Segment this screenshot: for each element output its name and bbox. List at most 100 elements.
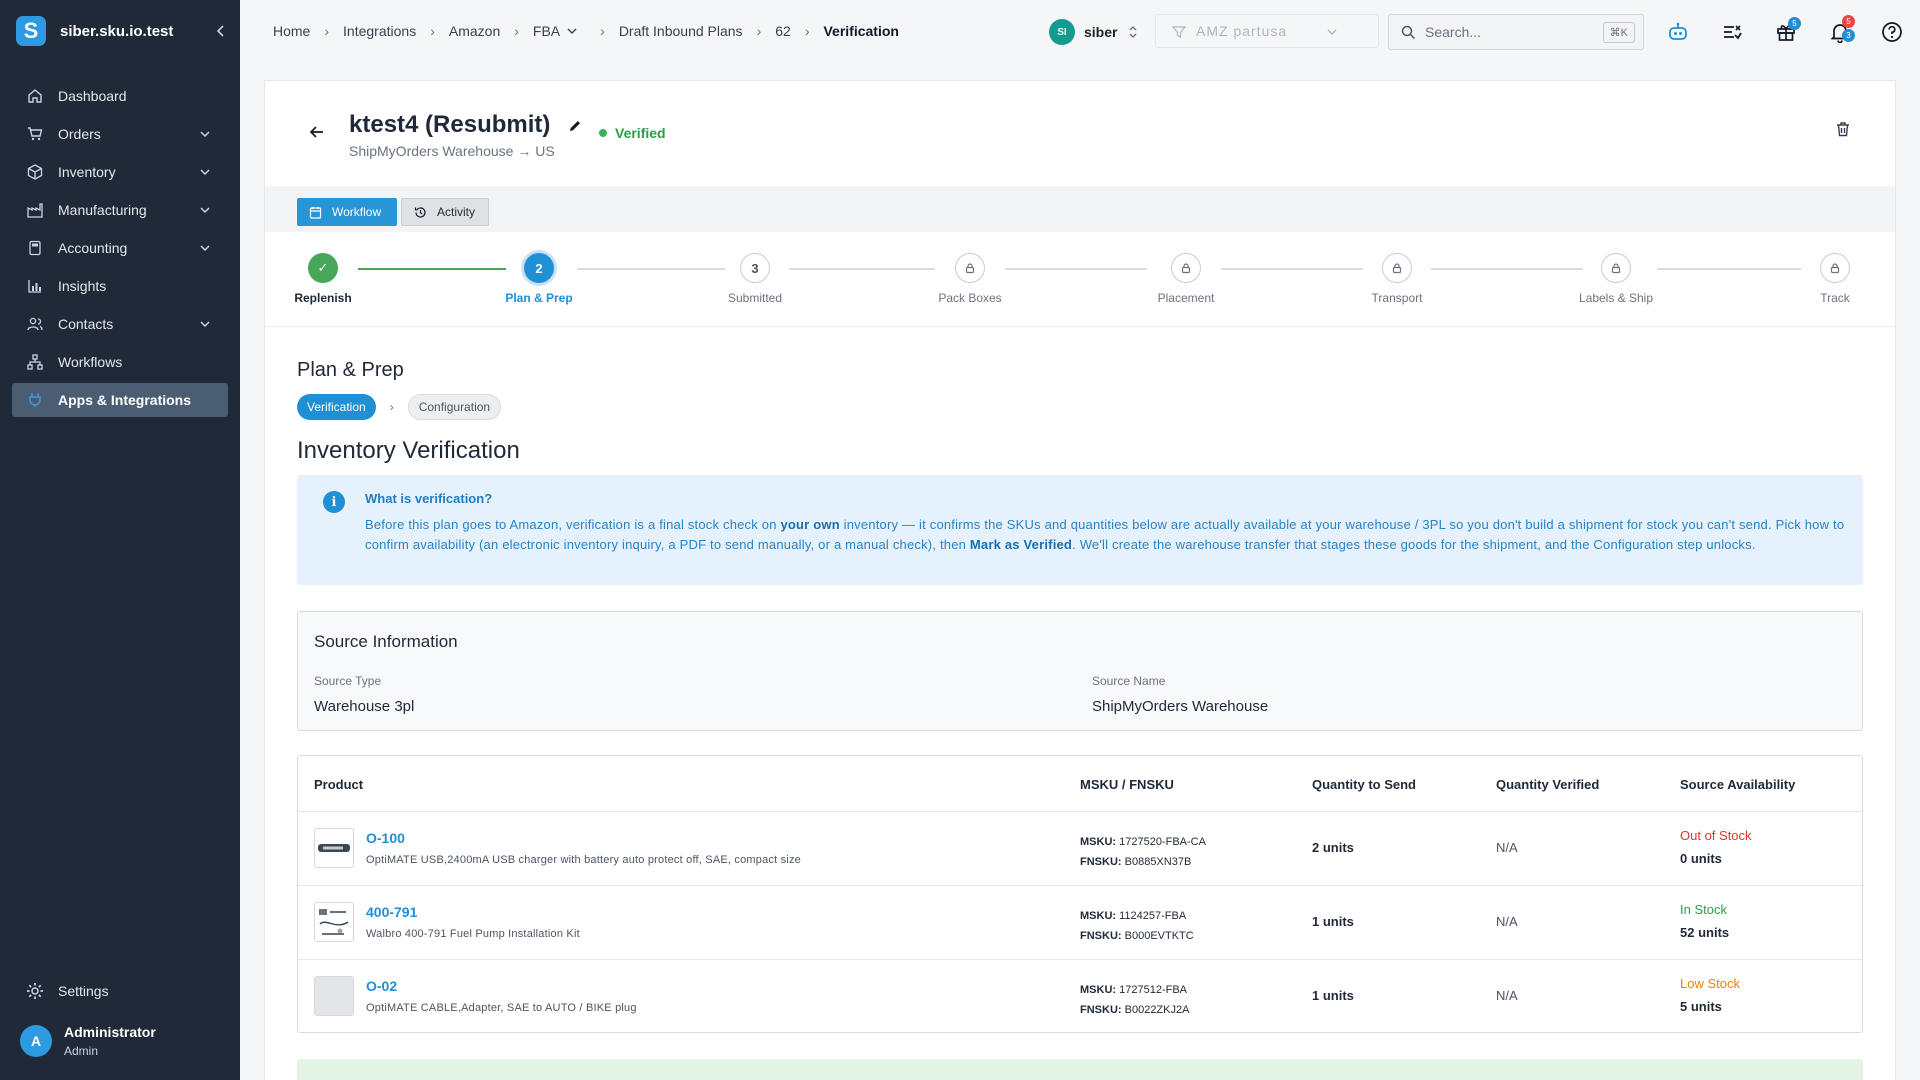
lock-icon	[955, 253, 985, 283]
column-header-qty-send: Quantity to Send	[1312, 776, 1416, 792]
fnsku-value: B0885XN37B	[1124, 856, 1192, 868]
product-thumbnail	[314, 902, 354, 942]
chevron-left-icon[interactable]	[214, 24, 228, 38]
workspace-switcher[interactable]: SI siber	[1049, 19, 1139, 45]
msku-fnsku-cell: MSKU: 1124257-FBA FNSKU: B000EVTKTC	[1080, 906, 1194, 946]
info-emphasis: your own	[780, 517, 840, 532]
msku-label: MSKU:	[1080, 984, 1117, 996]
chevron-down-icon[interactable]	[566, 25, 578, 37]
step-pack-boxes: Pack Boxes	[910, 253, 1030, 305]
msku-value: 1727520-FBA-CA	[1119, 836, 1206, 848]
plug-icon	[26, 391, 44, 409]
lock-icon	[1820, 253, 1850, 283]
product-sku-link[interactable]: 400-791	[366, 904, 417, 920]
chevron-down-icon[interactable]	[198, 241, 212, 255]
info-title: What is verification?	[365, 491, 493, 506]
chevron-down-icon[interactable]	[198, 317, 212, 331]
quantity-verified: N/A	[1496, 988, 1518, 1003]
fnsku-label: FNSKU:	[1080, 856, 1122, 868]
user-name: Administrator	[64, 1024, 156, 1040]
workspace-badge: SI	[1049, 19, 1075, 45]
breadcrumb-amazon[interactable]: Amazon	[449, 23, 500, 39]
availability-status: In Stock	[1680, 902, 1727, 917]
box-icon	[26, 163, 44, 181]
search-input[interactable]: Search... ⌘K	[1388, 14, 1644, 50]
user-role: Admin	[64, 1044, 99, 1058]
inbound-plan-card: ktest4 (Resubmit) ShipMyOrders Warehouse…	[264, 80, 1896, 1080]
sidebar-item-inventory[interactable]: Inventory	[12, 155, 228, 189]
subtab-configuration[interactable]: Configuration	[407, 394, 502, 420]
fnsku-label: FNSKU:	[1080, 1004, 1122, 1016]
user-profile[interactable]: A Administrator Admin	[20, 1024, 156, 1058]
help-icon[interactable]	[1880, 20, 1904, 44]
robot-icon[interactable]	[1666, 20, 1690, 44]
channel-filter-select[interactable]: AMZ partusa	[1155, 14, 1379, 48]
chevron-right-icon: ›	[389, 400, 394, 414]
tab-workflow[interactable]: Workflow	[297, 198, 397, 226]
fnsku-label: FNSKU:	[1080, 930, 1122, 942]
product-sku-link[interactable]: O-02	[366, 978, 397, 994]
breadcrumb-draft-inbound-plans[interactable]: Draft Inbound Plans	[619, 23, 743, 39]
availability-units: 52 units	[1680, 925, 1730, 940]
sidebar-item-contacts[interactable]: Contacts	[12, 307, 228, 341]
sidebar-item-workflows[interactable]: Workflows	[12, 345, 228, 379]
chevron-down-icon[interactable]	[198, 203, 212, 217]
chevron-right-icon: ›	[430, 23, 435, 39]
product-sku-link[interactable]: O-100	[366, 830, 405, 846]
brand[interactable]: S siber.sku.io.test	[16, 16, 228, 46]
brand-logo: S	[16, 16, 46, 46]
breadcrumb-home[interactable]: Home	[273, 23, 310, 39]
step-replenish[interactable]: ✓ Replenish	[263, 253, 383, 305]
sidebar-item-label: Apps & Integrations	[58, 392, 192, 408]
source-title: Source Information	[314, 632, 458, 651]
msku-value: 1124257-FBA	[1119, 910, 1187, 922]
lock-icon	[1601, 253, 1631, 283]
sidebar-item-orders[interactable]: Orders	[12, 117, 228, 151]
breadcrumb-integrations[interactable]: Integrations	[343, 23, 416, 39]
plan-route: ShipMyOrders Warehouse → US	[349, 143, 555, 159]
sidebar-item-apps-integrations[interactable]: Apps & Integrations	[12, 383, 228, 417]
sidebar-item-label: Orders	[58, 126, 101, 142]
status-badge: Verified	[599, 125, 666, 141]
source-information-panel: Source Information Source Type Warehouse…	[297, 611, 1863, 731]
success-callout	[297, 1059, 1863, 1080]
step-plan-prep[interactable]: 2 Plan & Prep	[479, 253, 599, 305]
quantity-to-send: 2 units	[1312, 840, 1354, 855]
step-label: Labels & Ship	[1578, 291, 1654, 305]
bell-icon[interactable]: 5 3	[1828, 15, 1855, 44]
gift-icon[interactable]: 5	[1774, 17, 1801, 44]
chevron-down-icon[interactable]	[198, 127, 212, 141]
breadcrumb-plan-id[interactable]: 62	[775, 23, 791, 39]
sidebar: S siber.sku.io.test Dashboard Orders Inv…	[0, 0, 240, 1080]
sidebar-item-accounting[interactable]: Accounting	[12, 231, 228, 265]
subtab-verification[interactable]: Verification	[297, 394, 376, 420]
info-text: . We'll create the warehouse transfer th…	[1072, 537, 1756, 552]
sidebar-item-settings[interactable]: Settings	[12, 974, 228, 1008]
step-label: Placement	[1157, 291, 1215, 305]
tasks-icon[interactable]	[1720, 20, 1744, 44]
breadcrumb-fba[interactable]: FBA	[533, 23, 560, 39]
filter-icon	[1172, 26, 1186, 38]
bar-chart-icon	[26, 277, 44, 295]
step-label: Transport	[1371, 291, 1423, 305]
sidebar-item-label: Manufacturing	[58, 202, 147, 218]
step-submitted[interactable]: 3 Submitted	[695, 253, 815, 305]
sidebar-item-dashboard[interactable]: Dashboard	[12, 79, 228, 113]
trash-icon[interactable]	[1835, 121, 1851, 137]
arrow-left-icon[interactable]	[309, 124, 325, 140]
sidebar-item-label: Accounting	[58, 240, 128, 256]
step-label: Replenish	[294, 291, 352, 305]
sidebar-item-manufacturing[interactable]: Manufacturing	[12, 193, 228, 227]
sidebar-item-insights[interactable]: Insights	[12, 269, 228, 303]
column-header-msku: MSKU / FNSKU	[1080, 776, 1174, 792]
info-body: Before this plan goes to Amazon, verific…	[365, 515, 1845, 555]
pencil-icon[interactable]	[567, 118, 583, 134]
products-table: Product MSKU / FNSKU Quantity to Send Qu…	[297, 755, 1863, 1033]
section-heading: Inventory Verification	[297, 437, 520, 464]
chevron-down-icon[interactable]	[198, 165, 212, 179]
fnsku-value: B000EVTKTC	[1124, 930, 1194, 942]
sidebar-item-label: Contacts	[58, 316, 114, 332]
tab-activity[interactable]: Activity	[401, 198, 489, 226]
source-type-value: Warehouse 3pl	[314, 698, 415, 715]
calculator-icon	[26, 239, 44, 257]
